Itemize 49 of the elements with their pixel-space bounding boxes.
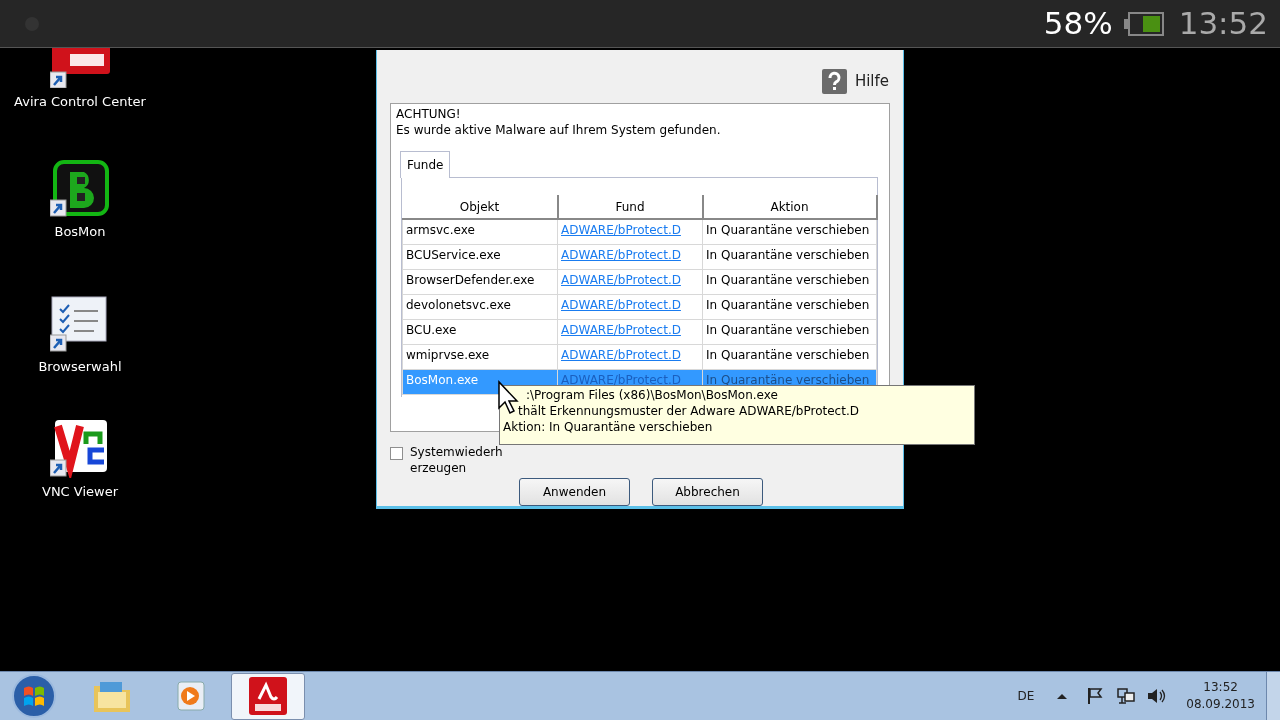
app-logo-icon: [249, 677, 287, 715]
warning-message: Es wurde aktive Malware auf Ihrem System gefunden.: [396, 122, 722, 138]
show-hidden-icons-button[interactable]: [1056, 692, 1069, 700]
battery-icon: [1122, 10, 1165, 37]
table-cell: In Quarantäne verschieben: [702, 319, 877, 344]
table-row[interactable]: BCUService.exe ADWARE/bProtect.D In Quarantäne verschieben: [402, 244, 877, 269]
desktop-icon-label[interactable]: Avira Control Center: [14, 92, 146, 112]
table-row[interactable]: wmiprvse.exe ADWARE/bProtect.D In Quarantäne verschieben: [402, 344, 877, 369]
restore-point-checkbox[interactable]: [390, 447, 403, 460]
desktop-icon-label[interactable]: BosMon: [54, 222, 106, 242]
warning-heading: ACHTUNG!: [396, 106, 462, 122]
table-cell: In Quarantäne verschieben: [702, 219, 877, 244]
taskbar-clock[interactable]: 13:52 08.09.2013: [1186, 679, 1255, 713]
table-cell: BCU.exe: [402, 319, 558, 344]
status-bar-clock: 13:52: [1178, 4, 1268, 44]
table-row[interactable]: armsvc.exe ADWARE/bProtect.D In Quarantäne verschieben: [402, 219, 877, 244]
table-cell: In Quarantäne verschieben: [702, 244, 877, 269]
table-cell: devolonetsvc.exe: [402, 294, 558, 319]
checkbox-label: erzeugen: [410, 460, 468, 476]
network-icon[interactable]: [1116, 687, 1137, 705]
table-cell: In Quarantäne verschieben: [702, 269, 877, 294]
table-cell: BCUService.exe: [402, 244, 558, 269]
battery-percentage: 58%: [1043, 4, 1113, 44]
table-row[interactable]: BrowserDefender.exe ADWARE/bProtect.D In Quarantäne verschieben: [402, 269, 877, 294]
table-cell: In Quarantäne verschieben: [702, 344, 877, 369]
help-icon: [821, 69, 847, 94]
table-cell: In Quarantäne verschieben: [702, 294, 877, 319]
start-button[interactable]: [10, 672, 58, 720]
table-cell: BrowserDefender.exe: [402, 269, 558, 294]
table-cell: wmiprvse.exe: [402, 344, 558, 369]
letter-b-shortcut-icon[interactable]: [50, 160, 110, 218]
checkbox-label: Systemwiederh: [410, 444, 503, 460]
vnc-shortcut-icon[interactable]: [50, 420, 110, 478]
language-indicator[interactable]: DE: [1017, 687, 1035, 705]
tooltip-line: Aktion: In Quarantäne verschieben: [503, 419, 714, 435]
dialog-button[interactable]: Abbrechen: [652, 478, 763, 506]
help-button[interactable]: Hilfe: [821, 69, 889, 94]
dialog-button[interactable]: Anwenden: [519, 478, 630, 506]
flag-icon[interactable]: [1086, 687, 1105, 705]
table-row[interactable]: BCU.exe ADWARE/bProtect.D In Quarantäne verschieben: [402, 319, 877, 344]
taskbar-app-button[interactable]: [231, 672, 305, 720]
tooltip-line: thält Erkennungsmuster der Adware ADWARE/bProtect.D: [518, 403, 860, 419]
desktop-icon-label[interactable]: VNC Viewer: [42, 482, 118, 502]
speaker-icon[interactable]: [1146, 687, 1167, 705]
table-row[interactable]: devolonetsvc.exe ADWARE/bProtect.D In Quarantäne verschieben: [402, 294, 877, 319]
desktop-icon-label[interactable]: Browserwahl: [38, 357, 122, 377]
checklist-shortcut-icon[interactable]: [50, 295, 110, 353]
table-cell: armsvc.exe: [402, 219, 558, 244]
tab[interactable]: Funde: [400, 151, 451, 178]
